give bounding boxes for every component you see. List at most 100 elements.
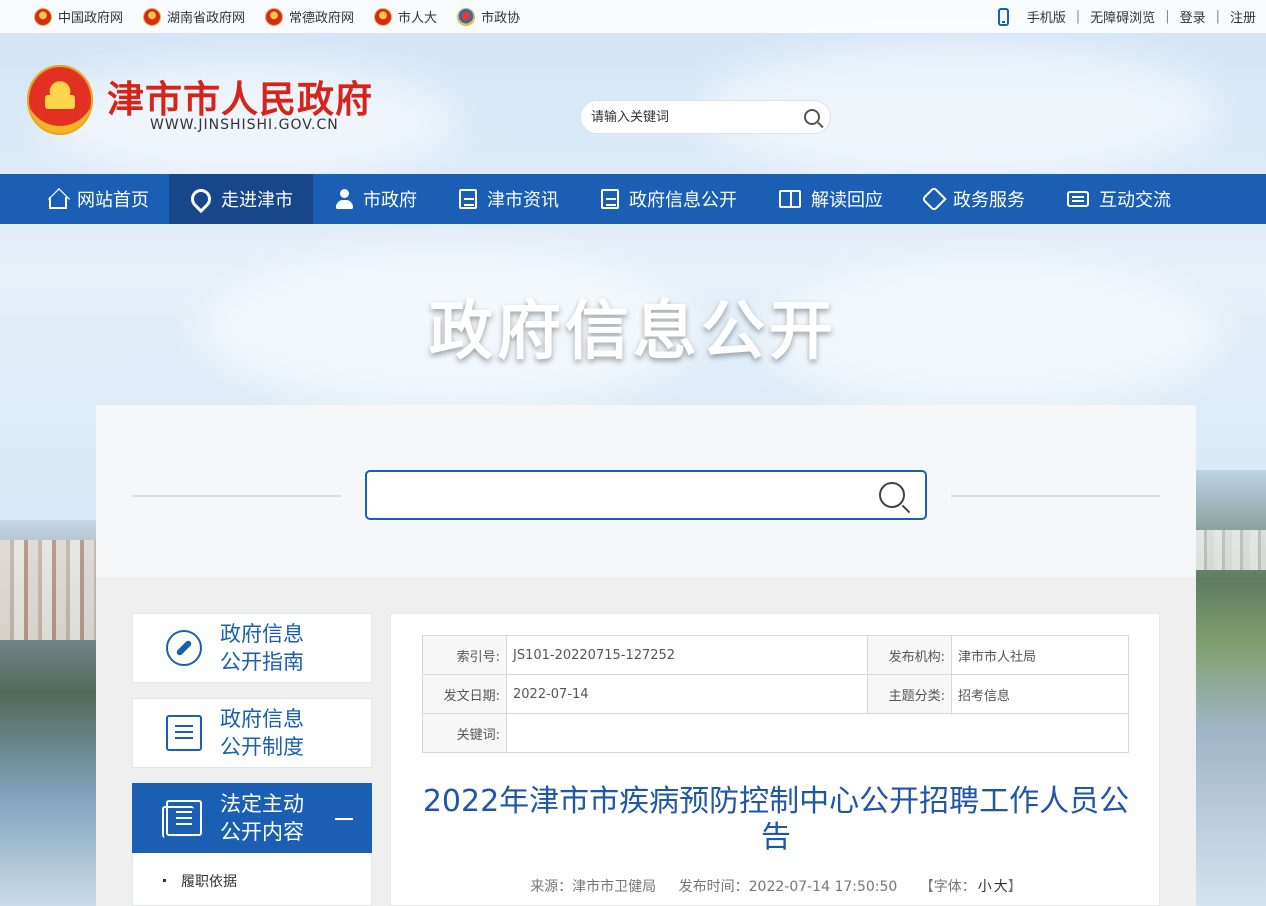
mobile-phone-icon [997,7,1009,26]
nav-label: 市政府 [363,190,417,211]
nav-home[interactable]: 网站首页 [27,174,169,224]
stack-icon [162,800,202,838]
nav-interaction[interactable]: 互动交流 [1045,174,1191,224]
toplink-label: 市政协 [481,11,521,26]
article-meta-table: 索引号: JS101-20220715-127252 发布机构: 津市市人社局 … [422,635,1129,753]
disclosure-search-panel [96,405,1196,577]
toplink-label: 市人大 [398,11,438,26]
separator: | [1215,9,1220,24]
disclosure-search-input[interactable] [387,485,879,505]
sidebar-item-label: 法定主动 公开内容 [220,792,304,844]
font-size-close: 】 [1007,879,1022,895]
content-area: 政府信息 公开指南 政府信息 公开制度 法定主动 公开内容 履职依据 索引号: … [96,577,1196,906]
toplink-hunan[interactable]: 湖南省政府网 [143,7,245,26]
accessible-browse-link[interactable]: 无障碍浏览 [1090,7,1155,26]
heart-icon [921,186,947,212]
login-link[interactable]: 登录 [1180,7,1206,26]
meta-org-value: 津市市人社局 [951,635,1129,675]
site-emblem-icon[interactable] [27,65,93,135]
nav-label: 解读回应 [811,190,883,211]
meta-date-value: 2022-07-14 [506,674,868,714]
top-links: 中国政府网 湖南省政府网 常德政府网 市人大 市政协 [34,7,520,26]
meta-index-value: JS101-20220715-127252 [506,635,868,675]
divider-right [951,495,1160,497]
top-bar: 中国政府网 湖南省政府网 常德政府网 市人大 市政协 手机版 | 无障碍浏览 |… [0,0,1266,33]
font-small-button[interactable]: 小 [978,879,992,895]
national-emblem-icon [143,7,162,26]
toplink-changde[interactable]: 常德政府网 [265,7,354,26]
sidebar-item-statutory-content[interactable]: 法定主动 公开内容 [132,783,372,853]
toplink-npc[interactable]: 市人大 [374,7,437,26]
top-right-links: 手机版 | 无障碍浏览 | 登录 | 注册 [997,7,1256,26]
sidebar-item-label: 政府信息 公开制度 [220,707,304,759]
compass-icon [166,630,202,666]
site-domain: WWW.JINSHISHI.GOV.CN [150,117,339,133]
font-size-label: 【字体： [919,879,976,895]
news-icon [459,189,477,209]
site-title[interactable]: 津市市人民政府 [107,69,373,123]
book-icon [779,190,801,208]
main-nav: 网站首页 走进津市 市政府 津市资讯 政府信息公开 解读回应 政务服务 互动交流 [0,174,1266,224]
meta-keyword-value [506,713,1129,753]
meta-topic-value: 招考信息 [951,674,1129,714]
nav-interpretation[interactable]: 解读回应 [757,174,903,224]
sidebar-subitem-label: 履职依据 [181,874,237,890]
sidebar-item-guide[interactable]: 政府信息 公开指南 [132,613,372,683]
header-search-input[interactable] [591,109,804,125]
nav-label: 政府信息公开 [629,190,737,211]
sidebar-subitem-duty-basis[interactable]: 履职依据 [132,853,372,906]
toplink-gov-cn[interactable]: 中国政府网 [34,7,123,26]
mobile-version-link[interactable]: 手机版 [1027,7,1066,26]
national-emblem-icon [374,7,393,26]
sidebar-item-label: 政府信息 公开指南 [220,622,304,674]
separator: | [1165,9,1170,24]
toplink-cppcc[interactable]: 市政协 [457,7,520,26]
nav-info-disclosure[interactable]: 政府信息公开 [579,174,757,224]
search-icon[interactable] [879,482,905,508]
search-icon[interactable] [804,109,820,125]
disclosure-search [365,470,927,520]
header-search [580,100,831,134]
article-panel: 索引号: JS101-20220715-127252 发布机构: 津市市人社局 … [390,613,1160,906]
buildings-right [1196,530,1266,570]
site-header: 津市市人民政府 WWW.JINSHISHI.GOV.CN [0,33,1266,174]
buildings-left [0,540,96,640]
location-pin-icon [186,184,216,214]
toplink-label: 湖南省政府网 [167,11,246,26]
nav-about-jinshi[interactable]: 走进津市 [169,174,313,224]
meta-label: 索引号: [422,635,507,675]
collapse-icon[interactable] [335,818,353,820]
cppcc-emblem-icon [457,7,476,26]
article-title: 2022年津市市疾病预防控制中心公开招聘工作人员公告 [422,784,1130,855]
nav-services[interactable]: 政务服务 [903,174,1045,224]
meta-label: 关键词: [422,713,507,753]
home-icon [49,197,67,209]
document-icon [601,189,619,209]
national-emblem-icon [265,7,284,26]
meta-label: 发布机构: [867,635,952,675]
toplink-label: 常德政府网 [289,11,355,26]
article-info: 来源：津市市卫健局 发布时间：2022-07-14 17:50:50 【字体：小… [421,876,1131,896]
nav-label: 互动交流 [1099,190,1171,211]
nav-label: 走进津市 [221,190,293,211]
font-large-button[interactable]: 大 [994,879,1008,895]
sidebar-item-system[interactable]: 政府信息 公开制度 [132,698,372,768]
nav-label: 网站首页 [77,190,149,211]
nav-label: 政务服务 [953,190,1025,211]
list-icon [166,715,202,751]
article-source: 来源：津市市卫健局 [530,879,657,895]
toplink-label: 中国政府网 [58,11,124,26]
person-icon [335,189,353,209]
nav-city-government[interactable]: 市政府 [313,174,437,224]
nav-news[interactable]: 津市资讯 [437,174,579,224]
nav-label: 津市资讯 [487,190,559,211]
meta-label: 主题分类: [867,674,952,714]
separator: | [1075,9,1081,24]
divider-left [132,495,341,497]
article-publish-time: 发布时间：2022-07-14 17:50:50 [678,879,898,895]
register-link[interactable]: 注册 [1230,7,1256,26]
meta-label: 发文日期: [422,674,507,714]
banner-title: 政府信息公开 [429,295,837,369]
chat-icon [1067,191,1089,207]
national-emblem-icon [34,7,52,26]
